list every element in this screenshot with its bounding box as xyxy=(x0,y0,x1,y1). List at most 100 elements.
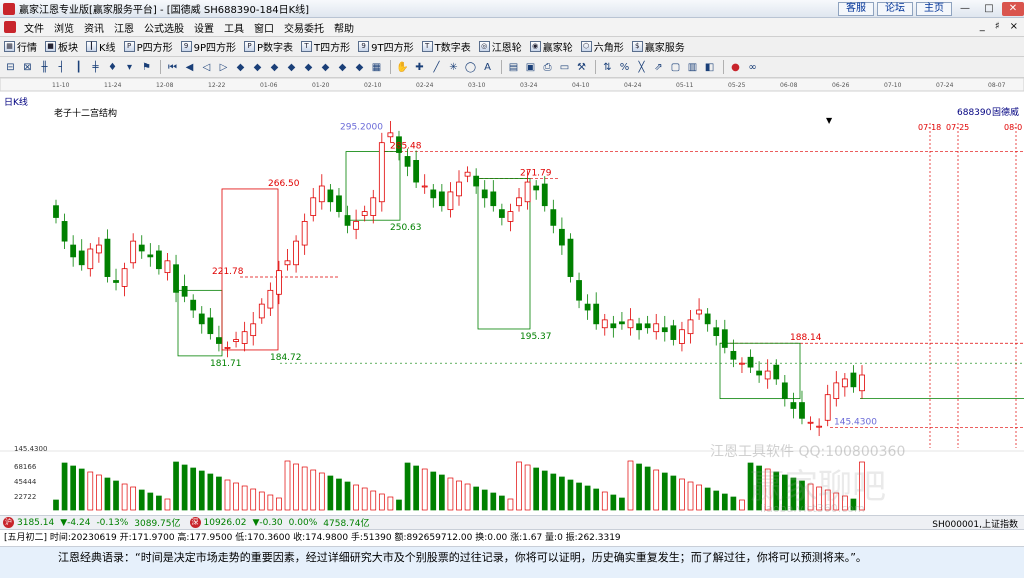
current-index-code[interactable]: SH000001,上证指数 xyxy=(932,517,1018,530)
candle-type-icon[interactable]: ┃ xyxy=(71,60,86,75)
toolbar-p-table-button[interactable]: P P数字表 xyxy=(244,39,293,54)
menu-help[interactable]: 帮助 xyxy=(329,20,359,35)
menu-gann[interactable]: 江恩 xyxy=(109,20,139,35)
menu-formula-select[interactable]: 公式选股 xyxy=(139,20,189,35)
diamond3-icon[interactable]: ◆ xyxy=(267,60,282,75)
toolbar-sector-label: 板块 xyxy=(58,43,78,54)
toolbar-quote-button[interactable]: ▦ 行情 xyxy=(4,39,37,54)
right-icon[interactable]: ▷ xyxy=(216,60,231,75)
car-icon[interactable]: ▭ xyxy=(557,60,572,75)
forum-link[interactable]: 论坛 xyxy=(877,2,913,16)
mdi-restore-button[interactable]: ♯ xyxy=(995,21,1000,32)
toolbar-sector-button[interactable]: ■ 板块 xyxy=(45,39,78,54)
menu-trade[interactable]: 交易委托 xyxy=(279,20,329,35)
layout-icon[interactable]: ⊟ xyxy=(3,60,18,75)
box-tool-icon[interactable]: ▢ xyxy=(668,60,683,75)
home-link[interactable]: 主页 xyxy=(916,2,952,16)
cost-icon[interactable]: ♦ xyxy=(105,60,120,75)
menu-settings[interactable]: 设置 xyxy=(189,20,219,35)
gann-line-icon[interactable]: ╳ xyxy=(634,60,649,75)
wrench-icon[interactable]: ⚒ xyxy=(574,60,589,75)
trend-icon[interactable]: ⇗ xyxy=(651,60,666,75)
volume-bar xyxy=(310,469,317,511)
toolbar-t-table-button[interactable]: T T数字表 xyxy=(421,39,471,54)
circle-tool-icon[interactable]: ◯ xyxy=(463,60,478,75)
crosshair-icon[interactable]: ✚ xyxy=(412,60,427,75)
maximize-button[interactable]: □ xyxy=(978,2,1000,16)
diamond4-icon[interactable]: ◆ xyxy=(284,60,299,75)
app-window: 赢家江恩专业版[赢家服务平台] - [国德威 SH688390-184日K线] … xyxy=(0,0,1024,578)
volume-bar xyxy=(87,471,94,511)
close-button[interactable]: ✕ xyxy=(1002,2,1024,16)
candle-body xyxy=(773,364,780,380)
toolbar-p-square-button[interactable]: P P四方形 xyxy=(123,39,173,54)
date-tick-label: 12-08 xyxy=(156,82,174,89)
percent-icon[interactable]: % xyxy=(617,60,632,75)
left-icon[interactable]: ◁ xyxy=(199,60,214,75)
hand-icon[interactable]: ✋ xyxy=(395,60,410,75)
toolbar-9t-square-button[interactable]: 9 9T四方形 xyxy=(358,39,414,54)
diamond6-icon[interactable]: ◆ xyxy=(318,60,333,75)
toolbar-winner-wheel-button[interactable]: ◉ 赢家轮 xyxy=(529,39,573,54)
chart-tool-icon[interactable]: ▤ xyxy=(506,60,521,75)
bar-type-icon[interactable]: ┤ xyxy=(54,60,69,75)
sz-index-value[interactable]: 10926.02 xyxy=(204,518,247,528)
color-icon[interactable]: ● xyxy=(728,60,743,75)
diamond2-icon[interactable]: ◆ xyxy=(250,60,265,75)
mdi-minimize-button[interactable]: _ xyxy=(980,21,985,32)
mdi-close-button[interactable]: × xyxy=(1010,21,1018,32)
menu-file[interactable]: 文件 xyxy=(19,20,49,35)
volume-bar xyxy=(104,477,111,511)
candle-body xyxy=(704,313,711,325)
stock-code: 688390 xyxy=(957,108,992,118)
diamond8-icon[interactable]: ◆ xyxy=(352,60,367,75)
toolbar-service-button[interactable]: $ 赢家服务 xyxy=(631,39,685,54)
candle-body xyxy=(464,171,471,177)
ohlc-icon[interactable]: ╪ xyxy=(88,60,103,75)
menu-tools[interactable]: 工具 xyxy=(219,20,249,35)
toolbar-kline-button[interactable]: ┃ K线 xyxy=(86,39,116,54)
candle-body xyxy=(61,221,68,242)
toolbar-9p-square-label: 9P四方形 xyxy=(193,43,236,54)
minimize-button[interactable]: — xyxy=(954,2,976,16)
volume-bar xyxy=(584,485,591,511)
candle-body xyxy=(859,374,865,392)
line-icon[interactable]: ╱ xyxy=(429,60,444,75)
toolbar-gann-wheel-button[interactable]: ◎ 江恩轮 xyxy=(478,39,522,54)
split-icon[interactable]: ◧ xyxy=(702,60,717,75)
kline-chart[interactable]: 11-10 11-24 12-08 12-22 01-06 01-20 02-10 02-24… xyxy=(0,77,1024,515)
sh-index-value[interactable]: 3185.14 xyxy=(17,518,54,528)
volume-bar xyxy=(250,488,257,511)
diamond1-icon[interactable]: ◆ xyxy=(233,60,248,75)
grid-tool-icon[interactable]: ▦ xyxy=(369,60,384,75)
table-tool-icon[interactable]: ▥ xyxy=(685,60,700,75)
toolbar-hexagon-button[interactable]: ⬡ 六角形 xyxy=(580,39,624,54)
candle-body xyxy=(764,370,771,380)
select-icon[interactable]: ⊠ xyxy=(20,60,35,75)
kline-type-icon[interactable]: ╫ xyxy=(37,60,52,75)
save-icon[interactable]: ▣ xyxy=(523,60,538,75)
wave-icon[interactable]: ∞ xyxy=(745,60,760,75)
toolbar-service-label: 赢家服务 xyxy=(644,43,685,54)
dropdown-icon[interactable]: ▾ xyxy=(122,60,137,75)
toolbar-9p-square-button[interactable]: 9 9P四方形 xyxy=(180,39,236,54)
prev-icon[interactable]: ◀ xyxy=(182,60,197,75)
customer-service-link[interactable]: 客服 xyxy=(838,2,874,16)
print-icon[interactable]: ⎙ xyxy=(540,60,555,75)
menu-info[interactable]: 资讯 xyxy=(79,20,109,35)
toolbar-t-square-button[interactable]: T T四方形 xyxy=(301,39,350,54)
menu-window[interactable]: 窗口 xyxy=(249,20,279,35)
menu-browse[interactable]: 浏览 xyxy=(49,20,79,35)
diamond7-icon[interactable]: ◆ xyxy=(335,60,350,75)
text-tool-icon[interactable]: A xyxy=(480,60,495,75)
volume-bar xyxy=(499,495,505,511)
candle-body xyxy=(70,244,77,258)
first-icon[interactable]: ⏮ xyxy=(165,60,180,75)
fan-icon[interactable]: ✳ xyxy=(446,60,461,75)
volume-bar xyxy=(396,499,402,511)
indicator-icon[interactable]: ⇅ xyxy=(600,60,615,75)
flag-icon[interactable]: ⚑ xyxy=(139,60,154,75)
volume-bar xyxy=(241,485,248,511)
volume-bar xyxy=(550,473,557,511)
diamond5-icon[interactable]: ◆ xyxy=(301,60,316,75)
